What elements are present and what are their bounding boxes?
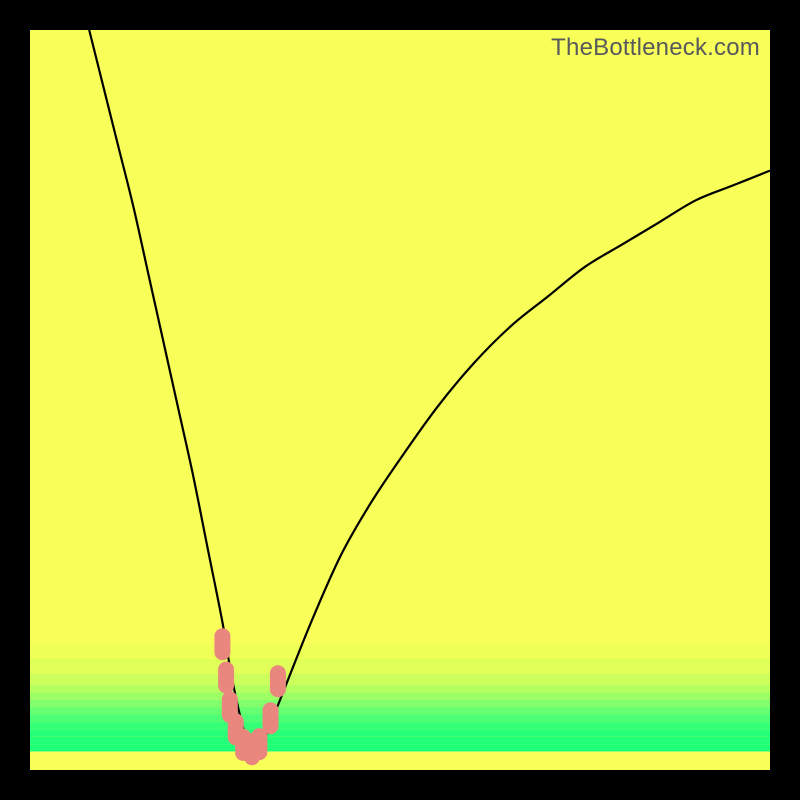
marker: [214, 628, 230, 660]
plot-area: TheBottleneck.com: [30, 30, 770, 770]
marker: [270, 665, 286, 697]
marker: [251, 728, 267, 760]
curve-markers: [30, 30, 770, 770]
marker: [218, 662, 234, 694]
marker: [263, 702, 279, 734]
watermark-text: TheBottleneck.com: [551, 34, 760, 62]
